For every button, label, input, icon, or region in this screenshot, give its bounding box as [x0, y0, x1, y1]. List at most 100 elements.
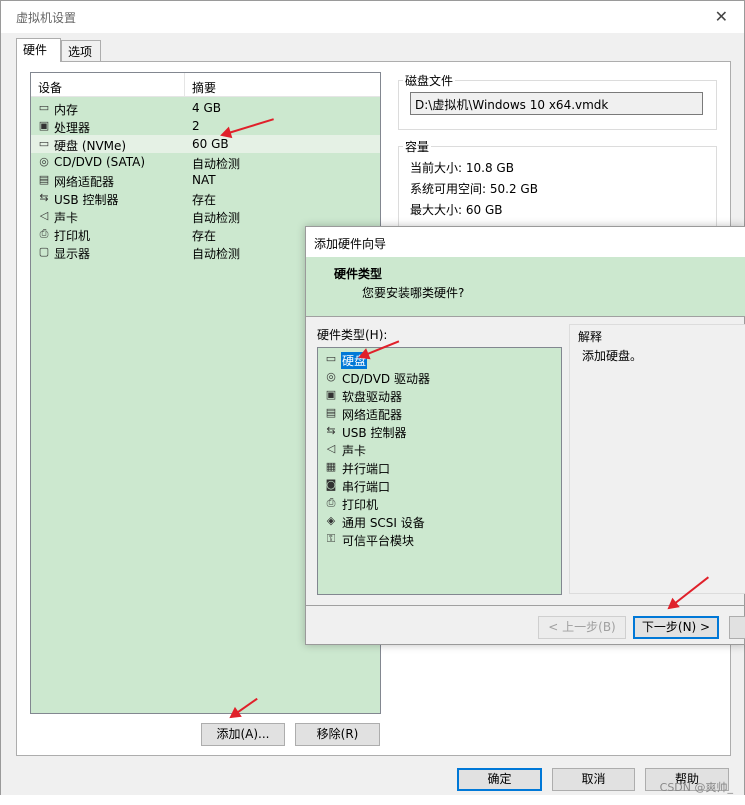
wizard-title: 添加硬件向导	[314, 237, 387, 251]
column-summary[interactable]: 摘要	[192, 79, 216, 96]
capacity-label: 容量	[403, 138, 432, 155]
wizard-title-bar: 添加硬件向导	[306, 227, 745, 257]
hardware-item-serial-port[interactable]: ◙ 串行端口	[318, 476, 561, 494]
sound-card-icon: ◁	[326, 442, 336, 455]
hard-disk-icon: ▭	[325, 352, 337, 365]
hardware-item-sound-card[interactable]: ◁ 声卡	[318, 440, 561, 458]
bottom-strip	[0, 795, 745, 805]
hardware-item-floppy[interactable]: ▣ 软盘驱动器	[318, 386, 561, 404]
device-row-memory[interactable]: ▭ 内存 4 GB	[31, 99, 380, 117]
hardware-item-label: USB 控制器	[342, 426, 407, 440]
hardware-item-cd-dvd[interactable]: ◎ CD/DVD 驱动器	[318, 368, 561, 386]
ok-button[interactable]: 确定	[457, 768, 542, 791]
window-title: 虚拟机设置	[16, 11, 77, 25]
hardware-item-usb-controller[interactable]: ⇆ USB 控制器	[318, 422, 561, 440]
finish-button-partial[interactable]	[729, 616, 745, 639]
device-name: 硬盘 (NVMe)	[54, 139, 127, 153]
hardware-type-list[interactable]: ▭ 硬盘 ◎ CD/DVD 驱动器 ▣ 软盘驱动器 ▤ 网络适配器 ⇆ USB …	[317, 347, 562, 595]
device-name: USB 控制器	[54, 193, 119, 207]
title-bar: 虚拟机设置 ✕	[1, 1, 744, 33]
usb-icon: ⇆	[326, 424, 336, 437]
add-hardware-wizard: 添加硬件向导 硬件类型 您要安装哪类硬件? 硬件类型(H): ▭ 硬盘 ◎ CD…	[305, 226, 745, 645]
printer-icon: ⎙	[326, 496, 336, 509]
hardware-item-parallel-port[interactable]: ▦ 并行端口	[318, 458, 561, 476]
scsi-icon: ◈	[326, 514, 336, 527]
printer-icon: ⎙	[39, 227, 49, 240]
tpm-icon: ⚿	[326, 532, 336, 545]
hardware-item-label: 并行端口	[342, 462, 391, 476]
device-summary: 2	[192, 119, 200, 133]
wizard-header-subtitle: 您要安装哪类硬件?	[362, 286, 465, 300]
serial-port-icon: ◙	[325, 478, 337, 491]
device-row-cd-dvd[interactable]: ◎ CD/DVD (SATA) 自动检测	[31, 153, 380, 171]
wizard-header: 硬件类型 您要安装哪类硬件?	[306, 257, 745, 317]
device-name: 打印机	[54, 229, 91, 243]
disk-file-field[interactable]: D:\虚拟机\Windows 10 x64.vmdk	[410, 92, 703, 115]
device-summary: NAT	[192, 173, 216, 187]
cd-dvd-icon: ◎	[39, 155, 49, 168]
parallel-port-icon: ▦	[325, 460, 337, 473]
hardware-item-label: 可信平台模块	[342, 534, 415, 548]
hardware-item-hard-disk[interactable]: ▭ 硬盘	[318, 350, 561, 369]
column-device[interactable]: 设备	[38, 79, 62, 96]
device-name: CD/DVD (SATA)	[54, 155, 146, 169]
column-separator	[184, 73, 185, 97]
device-row-processor[interactable]: ▣ 处理器 2	[31, 117, 380, 135]
watermark: CSDN @爽帅_	[659, 781, 733, 794]
available-space: 系统可用空间: 50.2 GB	[410, 182, 538, 196]
memory-icon: ▭	[38, 101, 50, 114]
disk-file-label: 磁盘文件	[403, 72, 456, 89]
sound-card-icon: ◁	[39, 209, 49, 222]
hardware-item-printer[interactable]: ⎙ 打印机	[318, 494, 561, 512]
wizard-header-title: 硬件类型	[334, 267, 383, 281]
explanation-label: 解释	[578, 330, 603, 344]
device-summary: 自动检测	[192, 211, 241, 225]
usb-icon: ⇆	[39, 191, 49, 204]
device-row-hard-disk[interactable]: ▭ 硬盘 (NVMe) 60 GB	[31, 135, 380, 153]
remove-hardware-button[interactable]: 移除(R)	[295, 723, 380, 746]
back-button[interactable]: < 上一步(B)	[538, 616, 626, 639]
hardware-item-label: 网络适配器	[342, 408, 403, 422]
hardware-type-label: 硬件类型(H):	[317, 328, 388, 342]
hardware-item-label: 通用 SCSI 设备	[342, 516, 425, 530]
device-row-sound-card[interactable]: ◁ 声卡 自动检测	[31, 207, 380, 225]
add-hardware-button[interactable]: 添加(A)...	[201, 723, 285, 746]
device-name: 处理器	[54, 121, 91, 135]
hardware-item-label: 串行端口	[342, 480, 391, 494]
close-icon[interactable]: ✕	[715, 7, 728, 26]
device-row-network-adapter[interactable]: ▤ 网络适配器 NAT	[31, 171, 380, 189]
hardware-item-label: CD/DVD 驱动器	[342, 372, 430, 386]
device-summary: 存在	[192, 229, 217, 243]
cd-dvd-icon: ◎	[326, 370, 336, 383]
network-adapter-icon: ▤	[38, 173, 50, 186]
device-row-usb-controller[interactable]: ⇆ USB 控制器 存在	[31, 189, 380, 207]
display-icon: ▢	[38, 245, 50, 258]
current-size: 当前大小: 10.8 GB	[410, 161, 514, 175]
device-name: 显示器	[54, 247, 91, 261]
next-button[interactable]: 下一步(N) >	[633, 616, 719, 639]
hard-disk-icon: ▭	[38, 137, 50, 150]
device-name: 网络适配器	[54, 175, 115, 189]
device-name: 内存	[54, 103, 79, 117]
hardware-item-tpm[interactable]: ⚿ 可信平台模块	[318, 530, 561, 548]
tab-hardware[interactable]: 硬件	[16, 38, 61, 62]
device-summary: 自动检测	[192, 247, 241, 261]
device-list-header: 设备 摘要	[31, 73, 380, 97]
explanation-group: 解释 添加硬盘。	[569, 324, 745, 594]
hardware-item-network-adapter[interactable]: ▤ 网络适配器	[318, 404, 561, 422]
network-adapter-icon: ▤	[325, 406, 337, 419]
device-name: 声卡	[54, 211, 79, 225]
cancel-button[interactable]: 取消	[552, 768, 635, 791]
processor-icon: ▣	[38, 119, 50, 132]
floppy-icon: ▣	[325, 388, 337, 401]
tab-options[interactable]: 选项	[61, 40, 101, 62]
hardware-item-scsi[interactable]: ◈ 通用 SCSI 设备	[318, 512, 561, 530]
device-summary: 自动检测	[192, 157, 241, 171]
hardware-item-label: 声卡	[342, 444, 367, 458]
hardware-item-label: 打印机	[342, 498, 379, 512]
max-size: 最大大小: 60 GB	[410, 203, 503, 217]
device-summary: 存在	[192, 193, 217, 207]
explanation-text: 添加硬盘。	[582, 349, 643, 363]
hardware-item-label: 软盘驱动器	[342, 390, 403, 404]
device-summary: 4 GB	[192, 101, 221, 115]
